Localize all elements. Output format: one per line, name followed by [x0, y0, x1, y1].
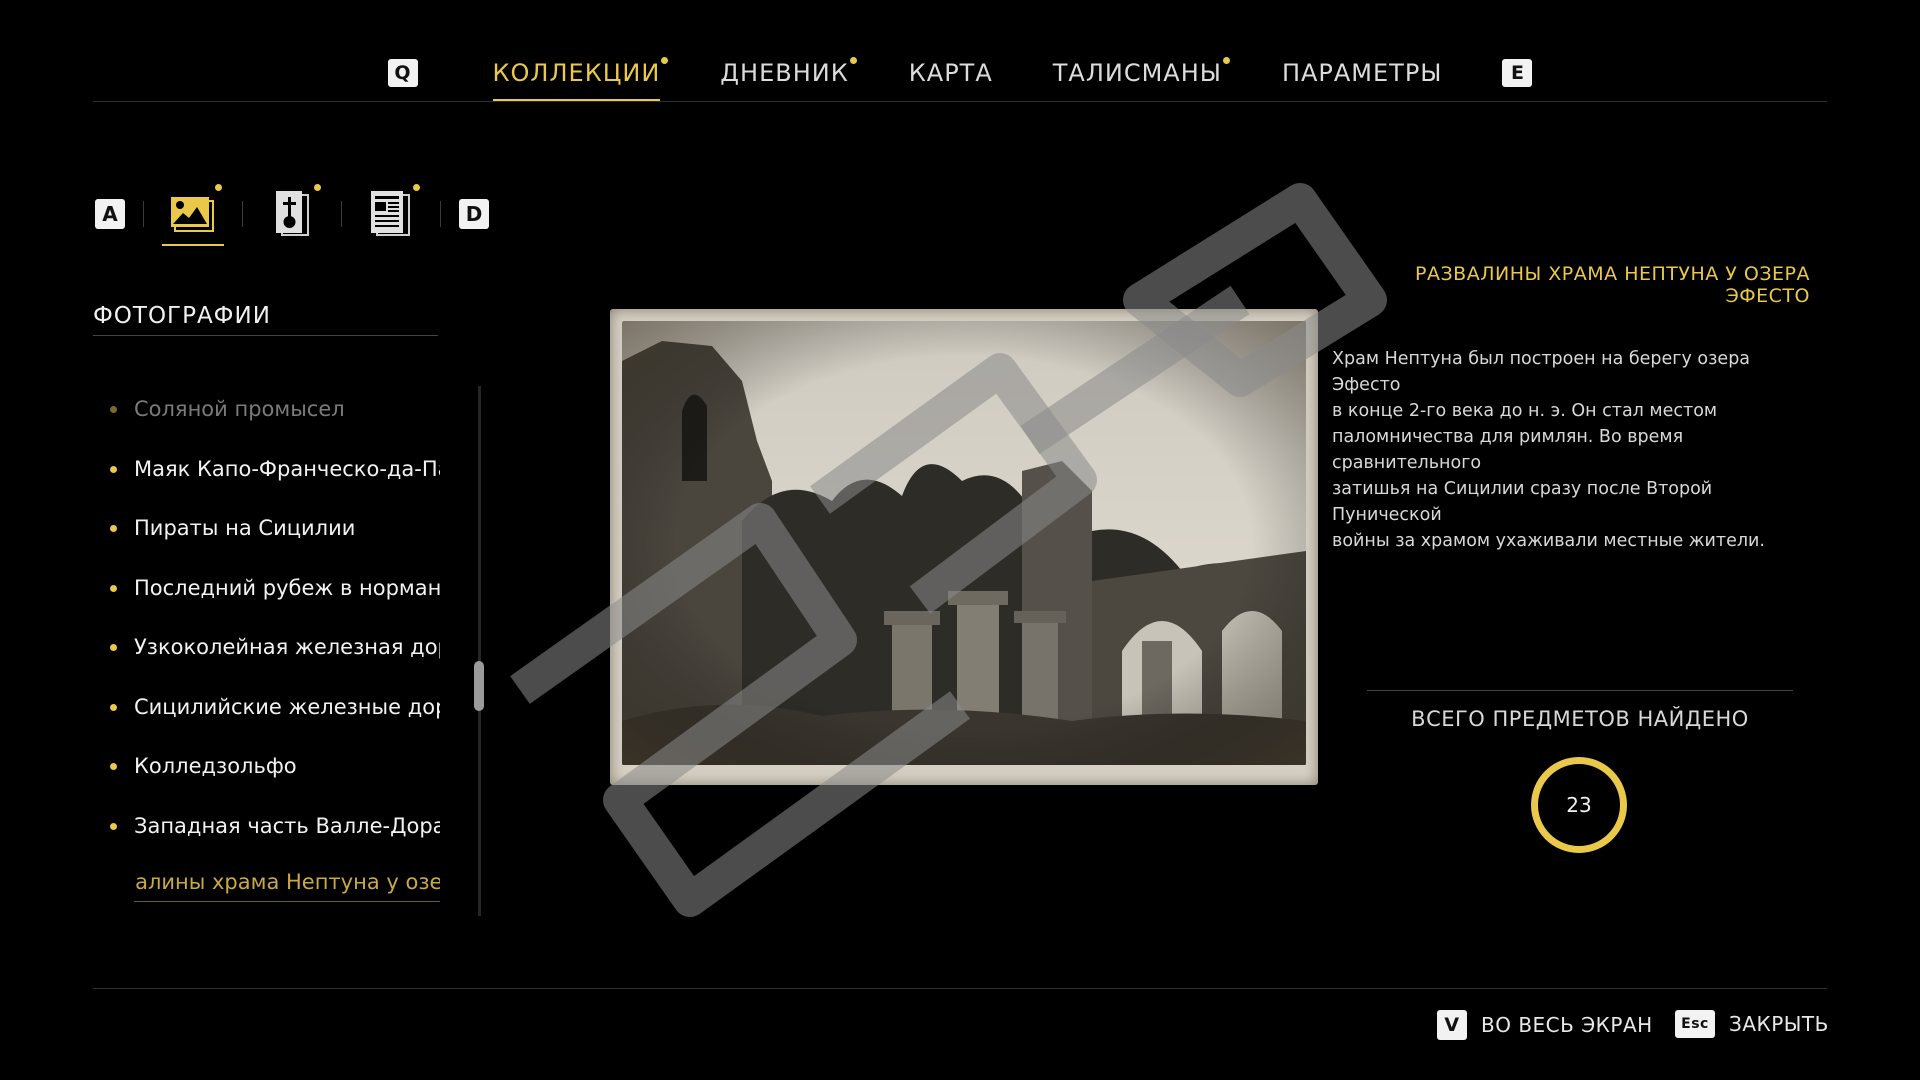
list-item-label: Узкоколейная железная дорога: [134, 635, 440, 659]
tab-map[interactable]: КАРТА: [909, 59, 993, 101]
list-item[interactable]: Западная часть Валле-Дората: [105, 804, 440, 864]
bullet-dot: [110, 644, 117, 651]
tab-label: ДНЕВНИК: [720, 59, 849, 87]
photo-icon: [171, 197, 214, 232]
tab-talismans[interactable]: ТАЛИСМАНЫ: [1052, 57, 1230, 101]
key-a-prev-category[interactable]: A: [95, 199, 125, 229]
list-item[interactable]: Пираты на Сицилии: [105, 506, 440, 566]
photo-description: Храм Нептуна был построен на берегу озер…: [1332, 346, 1822, 554]
list-scrollbar-thumb[interactable]: [474, 661, 484, 711]
list-item-label: Сицилийские железные дороги: [134, 694, 440, 719]
bullet-dot: [110, 763, 117, 770]
fullscreen-label: ВО ВЕСЬ ЭКРАН: [1481, 1013, 1653, 1037]
list-item-selected[interactable]: Развалины храма Нептуна у озера Эфесто: [105, 863, 440, 907]
list-item-label: Соляной промысел: [134, 397, 345, 421]
close-label: ЗАКРЫТЬ: [1729, 1012, 1829, 1036]
new-badge-dot: [413, 184, 420, 191]
close-button[interactable]: Esc ЗАКРЫТЬ: [1675, 1010, 1829, 1038]
section-title: ФОТОГРАФИИ: [93, 303, 438, 336]
new-badge-dot: [849, 57, 857, 64]
photo-preview: [610, 309, 1318, 785]
category-photos[interactable]: [162, 184, 224, 246]
new-badge-dot: [314, 184, 321, 191]
bullet-dot: [110, 703, 117, 711]
collections-screen: Q КОЛЛЕКЦИИ ДНЕВНИК КАРТА ТАЛИСМАНЫ ПАРА…: [0, 0, 1920, 1080]
key-d-next-category[interactable]: D: [459, 199, 489, 229]
key-esc: Esc: [1675, 1010, 1715, 1038]
tab-collections[interactable]: КОЛЛЕКЦИИ: [492, 57, 669, 101]
temple-ruins-photo: [622, 321, 1306, 765]
top-navigation: Q КОЛЛЕКЦИИ ДНЕВНИК КАРТА ТАЛИСМАНЫ ПАРА…: [93, 40, 1827, 102]
category-documents[interactable]: [360, 184, 422, 244]
divider: [341, 201, 342, 227]
tab-label: КАРТА: [908, 59, 993, 87]
key-q-prev-tab[interactable]: Q: [387, 59, 418, 87]
items-found-label: ВСЕГО ПРЕДМЕТОВ НАЙДЕНО: [1411, 707, 1749, 731]
list-item[interactable]: Сицилийские железные дороги: [105, 685, 440, 745]
list-item[interactable]: Маяк Капо-Франческо-да-Паола: [105, 447, 440, 507]
photo-list: Соляной промысел Маяк Капо-Франческо-да-…: [105, 387, 440, 907]
list-item-label: Маяк Капо-Франческо-да-Паола: [134, 456, 440, 481]
list-item-label: Последний рубеж в нормандском замке: [134, 575, 440, 600]
description-line: войны за храмом ухаживали местные жители…: [1332, 531, 1765, 551]
list-item-label: Колледзольфо: [134, 754, 297, 778]
description-line: Храм Нептуна был построен на берегу озер…: [1332, 349, 1751, 395]
bottom-divider: [93, 988, 1827, 989]
tab-options[interactable]: ПАРАМЕТРЫ: [1282, 59, 1443, 101]
list-scrollbar-track[interactable]: [478, 386, 481, 916]
list-item-label: Развалины храма Нептуна у озера Эфесто: [134, 863, 440, 902]
list-item[interactable]: Последний рубеж в нормандском замке: [105, 566, 440, 626]
photo-title: РАЗВАЛИНЫ ХРАМА НЕПТУНА У ОЗЕРА ЭФЕСТО: [1415, 263, 1810, 307]
items-found-counter: 23: [1531, 757, 1627, 853]
divider: [143, 201, 144, 227]
new-badge-dot: [215, 184, 222, 191]
artifact-icon: [276, 191, 309, 236]
category-artifacts[interactable]: [261, 184, 323, 244]
category-selector: A D: [95, 184, 489, 246]
tab-journal[interactable]: ДНЕВНИК: [720, 57, 857, 101]
tab-label: ТАЛИСМАНЫ: [1052, 59, 1222, 87]
divider: [1367, 690, 1793, 691]
list-item-label: Западная часть Валле-Дората: [134, 813, 440, 838]
divider: [242, 201, 243, 227]
tab-label: КОЛЛЕКЦИИ: [492, 59, 661, 87]
items-found-value: 23: [1566, 793, 1592, 817]
bullet-dot: [110, 406, 117, 413]
bullet-dot: [110, 465, 117, 473]
tab-label: ПАРАМЕТРЫ: [1281, 59, 1443, 87]
document-icon: [371, 191, 410, 236]
key-v: V: [1437, 1010, 1467, 1040]
fullscreen-button[interactable]: V ВО ВЕСЬ ЭКРАН: [1437, 1010, 1653, 1040]
description-line: затишья на Сицилии сразу после Второй Пу…: [1332, 479, 1713, 525]
bullet-dot: [110, 525, 117, 532]
description-line: в конце 2-го века до н. э. Он стал место…: [1332, 401, 1718, 421]
new-badge-dot: [1222, 57, 1230, 64]
list-item-label: Пираты на Сицилии: [134, 516, 356, 540]
list-item[interactable]: Колледзольфо: [105, 744, 440, 804]
bullet-dot: [110, 584, 117, 592]
bullet-dot: [110, 822, 117, 830]
description-line: паломничества для римлян. Во время сравн…: [1332, 427, 1684, 473]
list-item[interactable]: Соляной промысел: [105, 387, 440, 447]
divider: [440, 201, 441, 227]
list-item[interactable]: Узкоколейная железная дорога: [105, 625, 440, 685]
new-badge-dot: [661, 57, 669, 64]
key-e-next-tab[interactable]: E: [1502, 59, 1533, 87]
